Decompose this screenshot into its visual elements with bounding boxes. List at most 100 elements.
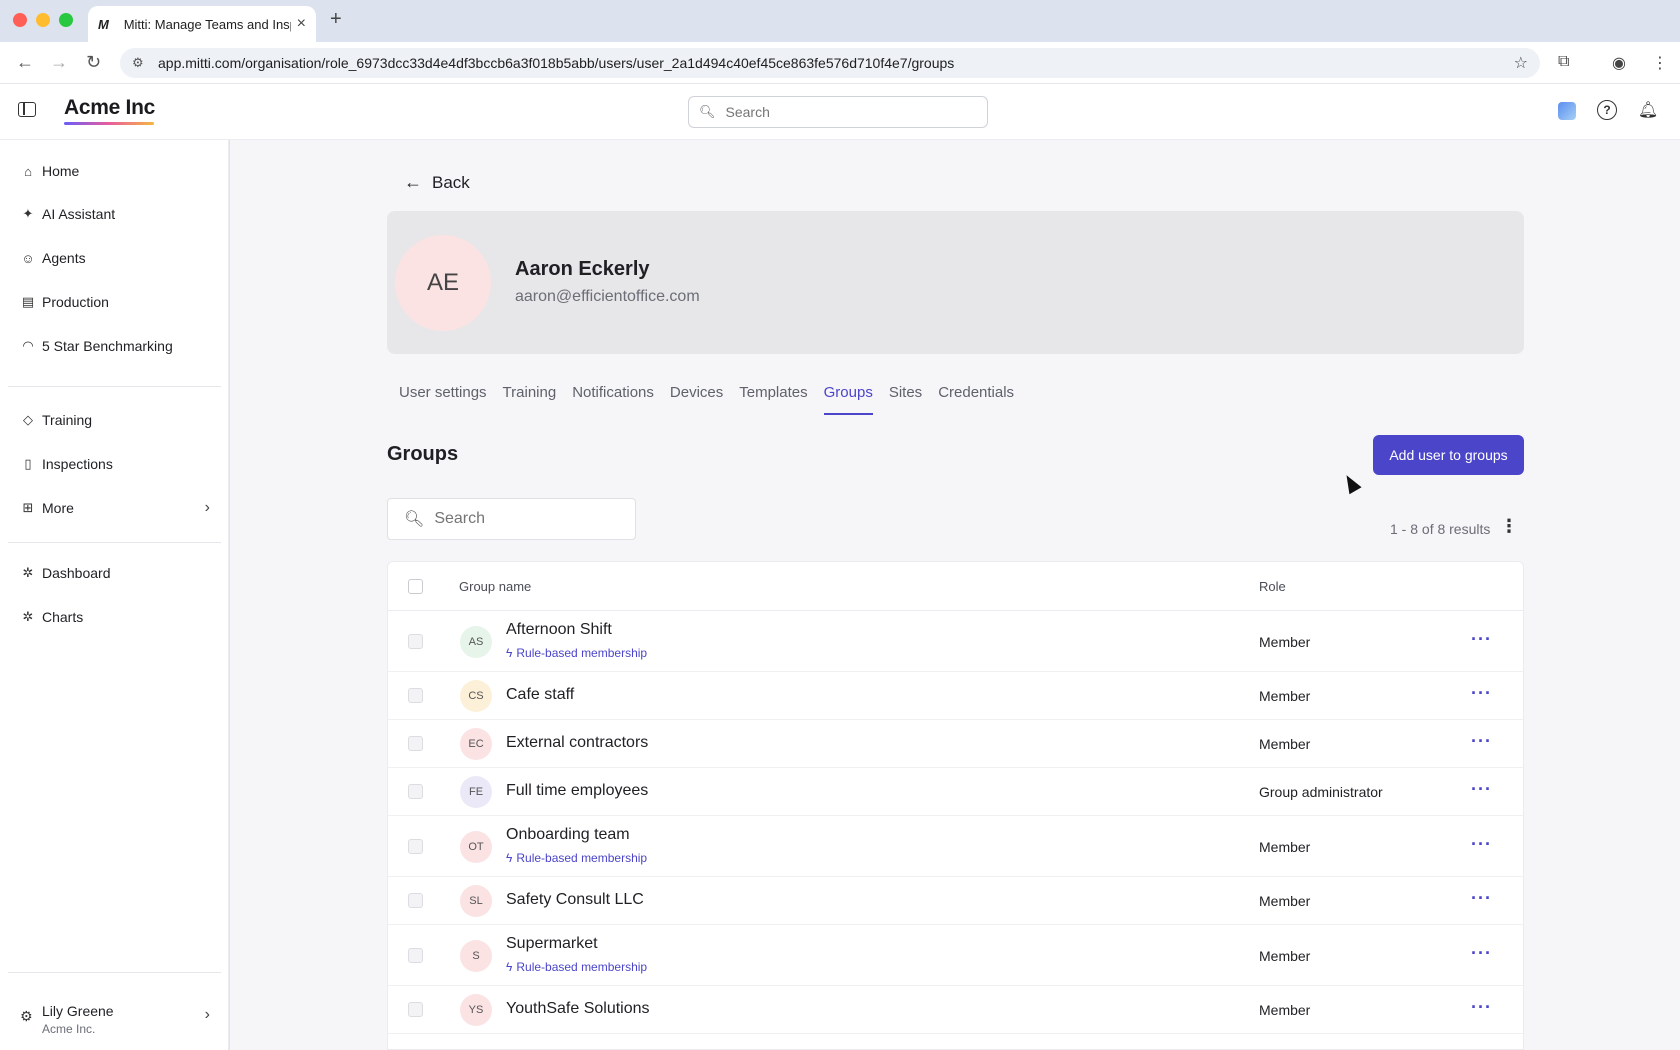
table-row[interactable]: EC External contractors Member ··· (388, 720, 1523, 768)
column-header-role[interactable]: Role (1259, 579, 1286, 594)
sidebar-item-charts[interactable]: ✲ Charts (20, 605, 210, 629)
row-checkbox[interactable] (408, 784, 423, 799)
group-name[interactable]: External contractors (506, 734, 648, 752)
select-all-checkbox[interactable] (408, 579, 423, 594)
minimize-window-button[interactable] (36, 13, 50, 27)
row-checkbox[interactable] (408, 633, 423, 649)
table-row[interactable]: CS Cafe staff Member ··· (388, 672, 1523, 720)
tab-user-settings[interactable]: User settings (399, 385, 487, 415)
table-row[interactable]: AS Afternoon Shift ϟ Rule-based membership M… (388, 611, 1523, 672)
reload-icon[interactable]: ↻ (86, 52, 101, 73)
add-user-to-groups-button[interactable]: Add user to groups (1373, 435, 1524, 475)
puzzle-icon: ✲ (22, 565, 34, 580)
back-label: Back (432, 172, 470, 192)
sidebar-item-more[interactable]: ⊞ More › (20, 496, 210, 520)
maximize-window-button[interactable] (59, 13, 73, 27)
profile-card: AE Aaron Eckerly aaron@efficientoffice.c… (387, 211, 1524, 354)
table-header: Group name Role (388, 562, 1523, 611)
sidebar-item-ai-assistant[interactable]: ✦ AI Assistant (20, 202, 210, 226)
puzzle-icon: ✲ (22, 609, 34, 624)
notification-bell-icon[interactable]: 🔔︎ (1638, 100, 1658, 120)
home-icon: ⌂ (24, 163, 32, 179)
tab-title: Mitti: Manage Teams and Insp (123, 16, 291, 32)
row-actions-icon[interactable]: ··· (1471, 943, 1492, 964)
badge-label: Rule-based membership (516, 646, 648, 660)
browser-tab[interactable]: M Mitti: Manage Teams and Insp × (88, 6, 316, 42)
group-name[interactable]: Afternoon Shift (506, 621, 612, 639)
row-checkbox[interactable] (408, 1002, 423, 1017)
sidebar-item-label: Dashboard (42, 565, 111, 581)
rule-based-membership-badge: ϟ Rule-based membership (506, 646, 647, 660)
table-row[interactable]: FE Full time employees Group administrator… (388, 768, 1523, 816)
column-header-group-name[interactable]: Group name (459, 579, 531, 594)
sidebar-item-dashboard[interactable]: ✲ Dashboard (20, 561, 210, 585)
sidebar-toggle-icon[interactable] (18, 102, 36, 117)
group-name[interactable]: Safety Consult LLC (506, 891, 644, 909)
sidebar-item-home[interactable]: ⌂ Home (20, 159, 210, 183)
tab-notifications[interactable]: Notifications (572, 385, 654, 415)
row-actions-icon[interactable]: ··· (1471, 629, 1492, 650)
assistant-app-icon[interactable] (1558, 102, 1576, 120)
more-options-icon[interactable]: ⋮ (1500, 516, 1518, 537)
back-arrow-icon[interactable]: ← (16, 52, 34, 73)
sidebar-item-agents[interactable]: ☺ Agents (20, 246, 210, 270)
current-user-menu[interactable]: ⚙ Lily Greene Acme Inc. › (20, 1000, 210, 1040)
close-window-button[interactable] (13, 13, 27, 27)
row-checkbox[interactable] (408, 688, 423, 703)
row-actions-icon[interactable]: ··· (1471, 731, 1492, 752)
group-name[interactable]: YouthSafe Solutions (506, 1000, 650, 1018)
table-row[interactable]: OT Onboarding team ϟ Rule-based membership M… (388, 816, 1523, 877)
row-checkbox[interactable] (408, 838, 423, 854)
profile-icon[interactable]: ◉ (1612, 53, 1626, 73)
bookmark-star-icon[interactable]: ☆ (1514, 53, 1528, 73)
row-checkbox[interactable] (408, 947, 423, 963)
brand-logo[interactable]: Acme Inc (64, 96, 155, 120)
tab-sites[interactable]: Sites (889, 385, 922, 415)
table-row[interactable]: SL Safety Consult LLC Member ··· (388, 877, 1523, 925)
row-actions-icon[interactable]: ··· (1471, 834, 1492, 855)
group-name[interactable]: Onboarding team (506, 826, 630, 844)
group-avatar: AS (460, 625, 492, 658)
new-tab-icon[interactable]: + (330, 8, 342, 31)
row-checkbox[interactable] (408, 736, 423, 751)
tab-templates[interactable]: Templates (739, 385, 807, 415)
group-name[interactable]: Supermarket (506, 935, 598, 953)
row-checkbox[interactable] (408, 893, 423, 908)
close-tab-icon[interactable]: × (297, 15, 306, 33)
sidebar-item-label: Home (42, 163, 80, 179)
tab-groups[interactable]: Groups (823, 385, 874, 415)
lightning-icon: ϟ (506, 851, 513, 865)
groups-search[interactable]: 🔍︎ (387, 498, 636, 540)
group-name[interactable]: Cafe staff (506, 686, 574, 704)
browser-menu-icon[interactable]: ⋮ (1652, 53, 1668, 73)
group-avatar: EC (460, 728, 492, 760)
row-actions-icon[interactable]: ··· (1471, 779, 1492, 800)
row-actions-icon[interactable]: ··· (1471, 683, 1492, 704)
table-row[interactable]: YS YouthSafe Solutions Member ··· (388, 986, 1523, 1034)
row-actions-icon[interactable]: ··· (1471, 888, 1492, 909)
extensions-icon[interactable]: ⧉ (1558, 53, 1569, 71)
help-icon[interactable]: ? (1597, 100, 1617, 120)
back-link[interactable]: ← Back (404, 172, 470, 193)
sidebar-item-label: Training (42, 412, 93, 428)
sidebar-item-inspections[interactable]: ▯ Inspections (20, 452, 210, 476)
groups-search-input[interactable] (434, 510, 635, 528)
site-settings-icon[interactable]: ⚙ (132, 55, 150, 71)
address-bar[interactable]: ⚙ app.mitti.com/organisation/role_6973dc… (120, 48, 1540, 78)
forward-arrow-icon[interactable]: → (50, 52, 68, 73)
sidebar-item-label: More (42, 500, 74, 516)
global-search-input[interactable] (725, 104, 966, 120)
main-content: ← Back AE Aaron Eckerly aaron@efficiento… (230, 140, 1680, 1050)
global-search[interactable]: 🔍︎ (688, 96, 988, 128)
sidebar-item-training[interactable]: ◇ Training (20, 408, 210, 432)
group-name[interactable]: Full time employees (506, 782, 648, 800)
tab-training[interactable]: Training (503, 385, 557, 415)
tab-devices[interactable]: Devices (670, 385, 723, 415)
tab-credentials[interactable]: Credentials (938, 385, 1014, 415)
row-actions-icon[interactable]: ··· (1471, 997, 1492, 1018)
url-text: app.mitti.com/organisation/role_6973dcc3… (158, 55, 955, 71)
table-row[interactable]: S Supermarket ϟ Rule-based membership Member… (388, 925, 1523, 986)
sidebar-item-production[interactable]: ▤ Production (20, 290, 210, 314)
sidebar-item-5-star-benchmarking[interactable]: ◠ 5 Star Benchmarking (20, 334, 210, 358)
lightning-icon: ϟ (506, 646, 513, 660)
